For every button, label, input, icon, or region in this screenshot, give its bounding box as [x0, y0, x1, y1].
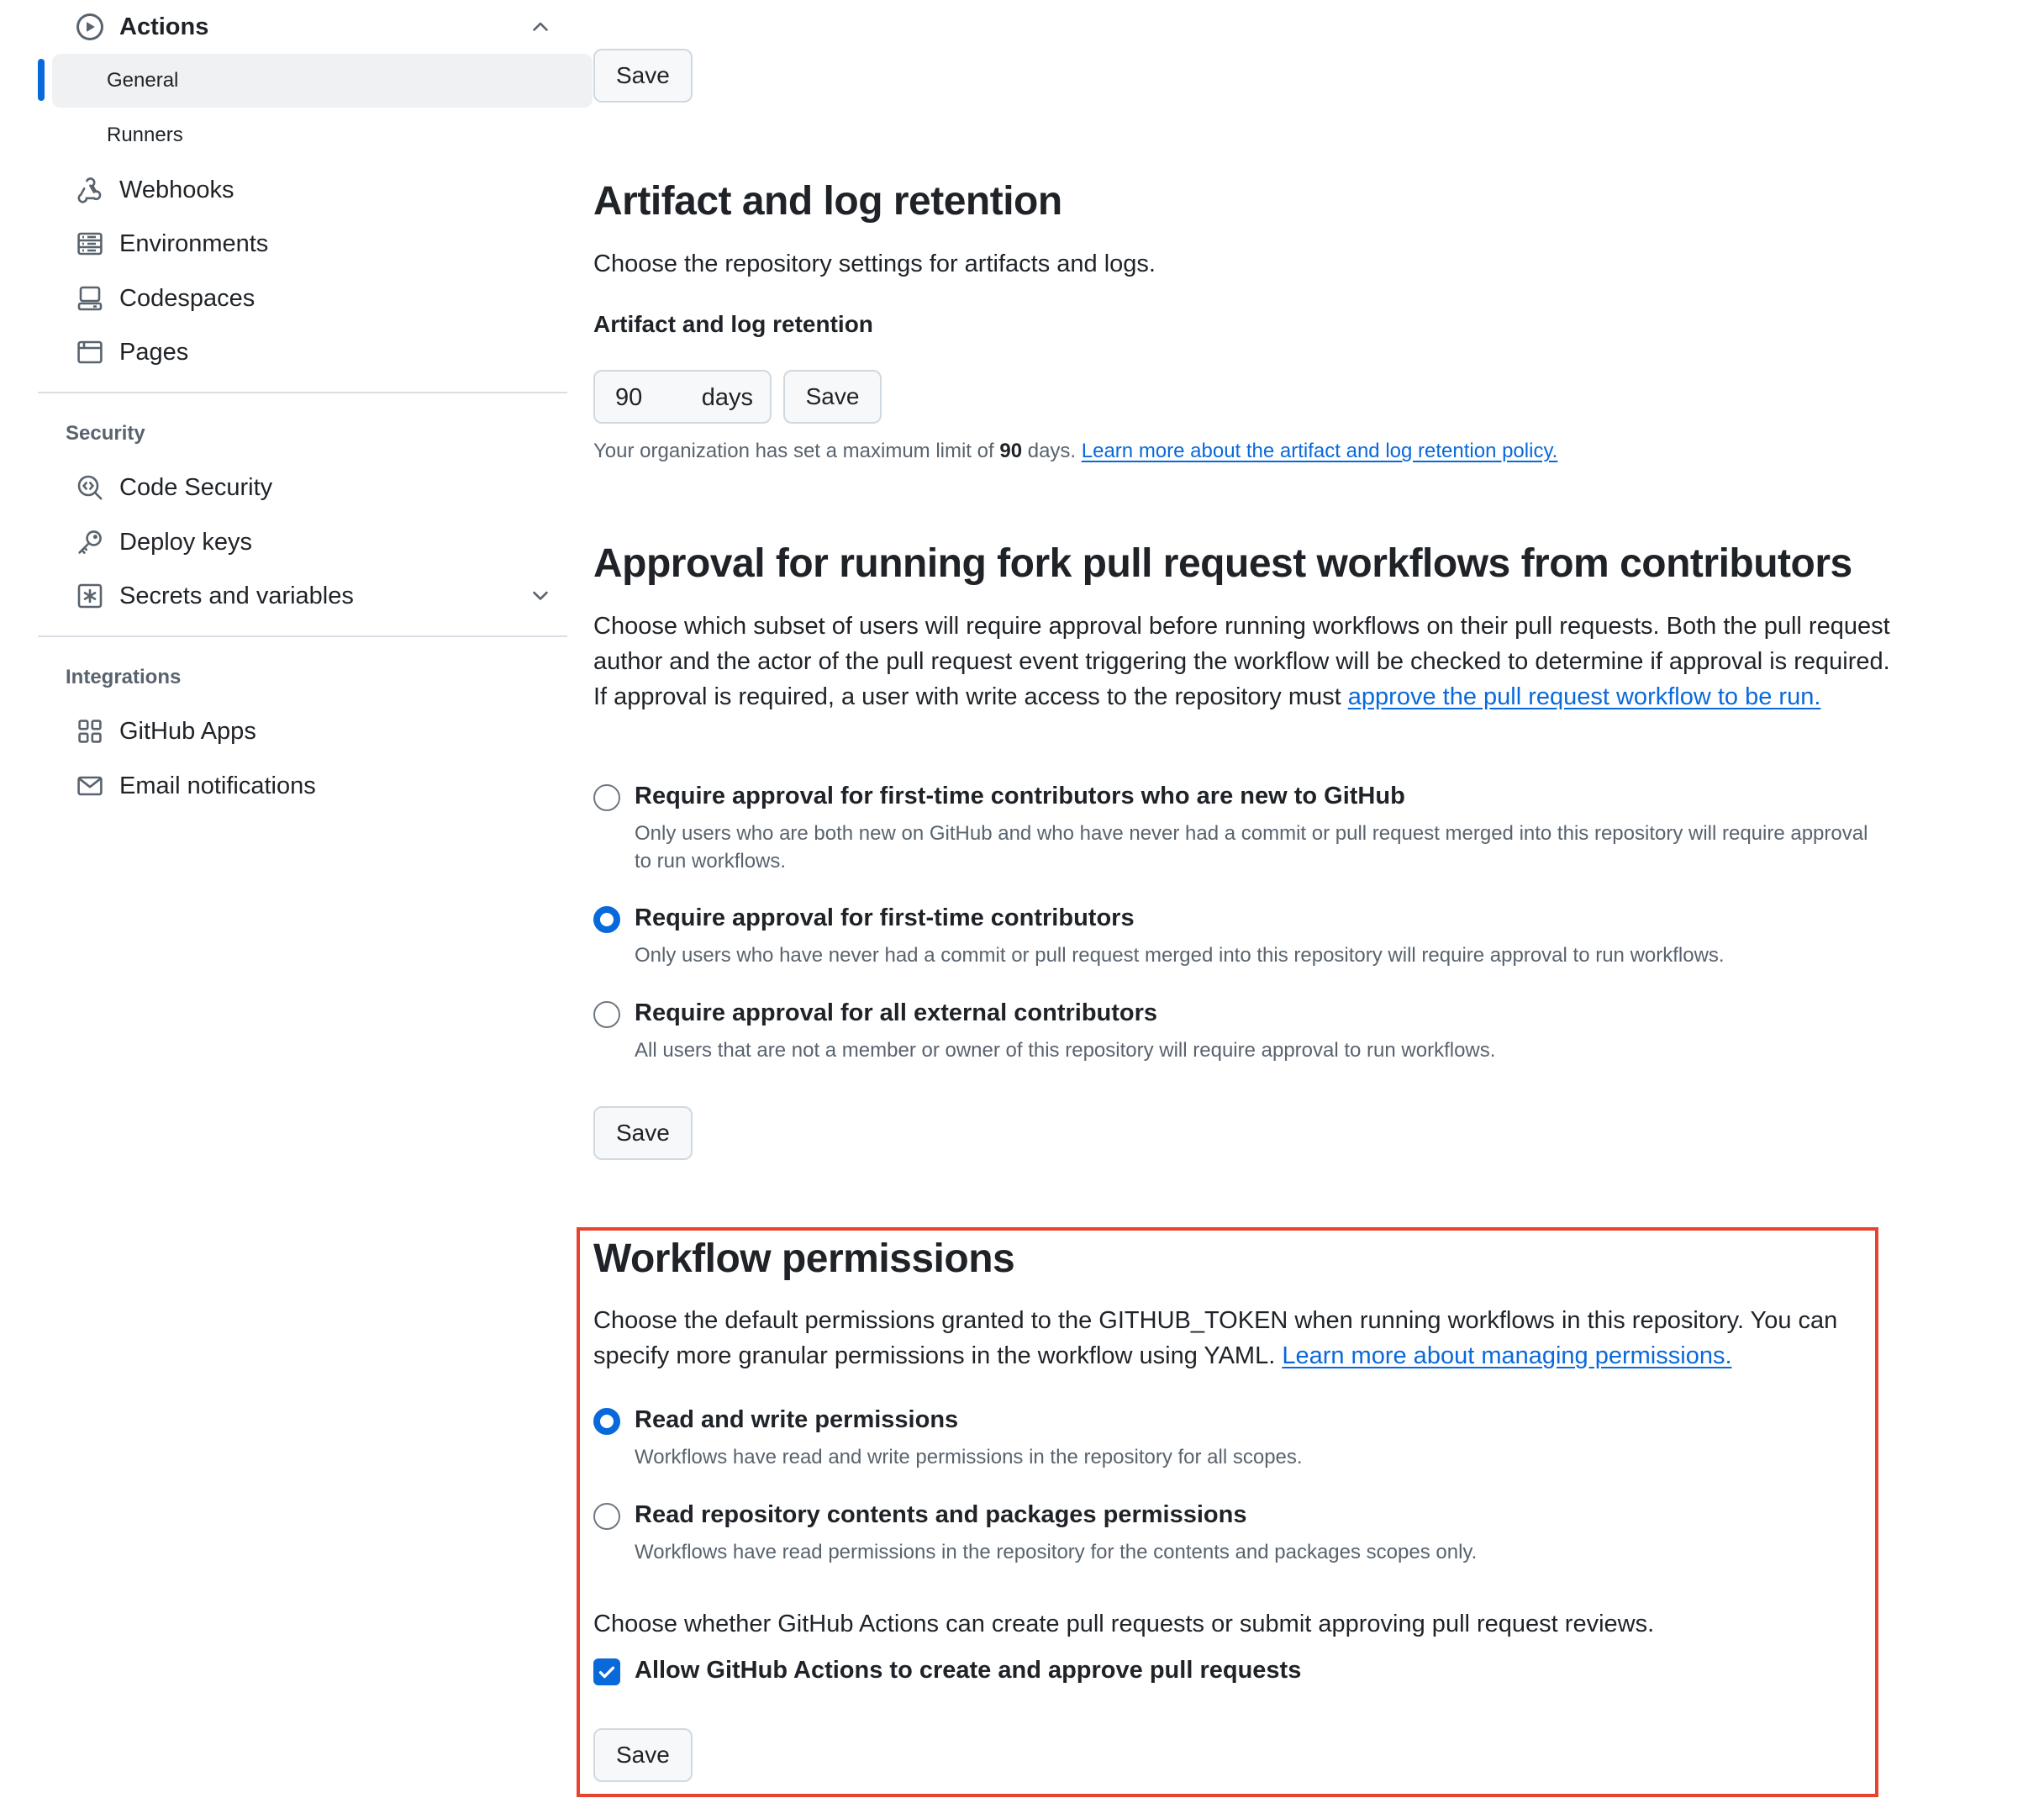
- sidebar-item-label: Pages: [119, 338, 189, 366]
- active-indicator: [38, 59, 45, 101]
- sidebar-heading-security: Security: [66, 422, 145, 445]
- option-label: Require approval for first-time contribu…: [635, 783, 1405, 809]
- codespaces-icon: [76, 285, 103, 312]
- chevron-up-icon[interactable]: [529, 15, 552, 39]
- retention-days-input[interactable]: 90 days: [593, 370, 772, 424]
- retention-save-button[interactable]: Save: [783, 370, 882, 424]
- retention-days-unit: days: [701, 384, 753, 411]
- radio-button-checked[interactable]: [593, 906, 620, 933]
- sidebar-item-deploy-keys[interactable]: Deploy keys: [52, 515, 593, 569]
- settings-sidebar: Actions General Runners Webhooks Environ…: [38, 0, 593, 1819]
- section-title-approval: Approval for running fork pull request w…: [593, 541, 1852, 586]
- retention-days-value: 90: [615, 384, 643, 411]
- radio-button[interactable]: [593, 784, 620, 811]
- retention-policy-link[interactable]: Learn more about the artifact and log re…: [1082, 440, 1558, 462]
- sidebar-item-label: GitHub Apps: [119, 717, 256, 745]
- save-button[interactable]: Save: [593, 49, 693, 103]
- option-description: Only users who have never had a commit o…: [635, 944, 1725, 967]
- sidebar-item-label: Runners: [107, 124, 183, 146]
- key-asterisk-icon: [76, 583, 103, 609]
- sidebar-heading-integrations: Integrations: [66, 666, 182, 688]
- approval-save-button[interactable]: Save: [593, 1106, 693, 1160]
- approval-description: Choose which subset of users will requir…: [593, 609, 1892, 714]
- section-title-retention: Artifact and log retention: [593, 179, 1062, 224]
- sidebar-item-label: Webhooks: [119, 176, 234, 203]
- browser-icon: [76, 339, 103, 366]
- sidebar-divider: [38, 635, 567, 637]
- sidebar-item-actions[interactable]: Actions: [52, 0, 593, 54]
- radio-button[interactable]: [593, 1001, 620, 1028]
- sidebar-item-codespaces[interactable]: Codespaces: [52, 272, 593, 325]
- sidebar-item-secrets-and-variables[interactable]: Secrets and variables: [52, 569, 593, 623]
- sidebar-item-general[interactable]: General: [52, 54, 593, 108]
- sidebar-item-pages[interactable]: Pages: [52, 325, 593, 379]
- sidebar-divider: [38, 392, 567, 393]
- sidebar-item-label: Email notifications: [119, 772, 316, 799]
- retention-note-prefix: Your organization has set a maximum limi…: [593, 440, 994, 462]
- highlight-annotation-box: [577, 1227, 1878, 1797]
- sidebar-item-label: Actions: [119, 13, 209, 40]
- chevron-down-icon[interactable]: [529, 584, 552, 608]
- sidebar-item-label: Environments: [119, 229, 269, 257]
- retention-note: Your organization has set a maximum limi…: [593, 440, 1557, 463]
- key-icon: [76, 529, 103, 556]
- sidebar-item-github-apps[interactable]: GitHub Apps: [52, 704, 593, 758]
- sidebar-item-webhooks[interactable]: Webhooks: [52, 163, 593, 217]
- play-circle-icon: [76, 13, 103, 40]
- retention-note-limit: 90: [999, 440, 1023, 462]
- option-label: Require approval for first-time contribu…: [635, 904, 1135, 931]
- sidebar-item-label: Secrets and variables: [119, 582, 354, 609]
- sidebar-item-label: Code Security: [119, 473, 273, 501]
- option-label: Require approval for all external contri…: [635, 999, 1158, 1026]
- sidebar-item-label: Codespaces: [119, 284, 256, 312]
- sidebar-item-environments[interactable]: Environments: [52, 217, 593, 271]
- retention-description: Choose the repository settings for artif…: [593, 250, 1156, 277]
- sidebar-item-code-security[interactable]: Code Security: [52, 461, 593, 514]
- option-description: Only users who are both new on GitHub an…: [635, 822, 1868, 873]
- mail-icon: [76, 772, 103, 799]
- sidebar-item-label: Deploy keys: [119, 528, 252, 556]
- sidebar-item-label: General: [107, 69, 179, 92]
- codescan-icon: [76, 474, 103, 501]
- approve-workflow-link[interactable]: approve the pull request workflow to be …: [1348, 683, 1821, 710]
- sidebar-item-email-notifications[interactable]: Email notifications: [52, 759, 593, 813]
- webhook-icon: [76, 177, 103, 203]
- server-icon: [76, 230, 103, 257]
- retention-note-suffix: days.: [1027, 440, 1077, 462]
- retention-field-label: Artifact and log retention: [593, 311, 873, 337]
- option-description: All users that are not a member or owner…: [635, 1039, 1496, 1062]
- sidebar-item-runners[interactable]: Runners: [52, 108, 593, 162]
- apps-icon: [76, 718, 103, 745]
